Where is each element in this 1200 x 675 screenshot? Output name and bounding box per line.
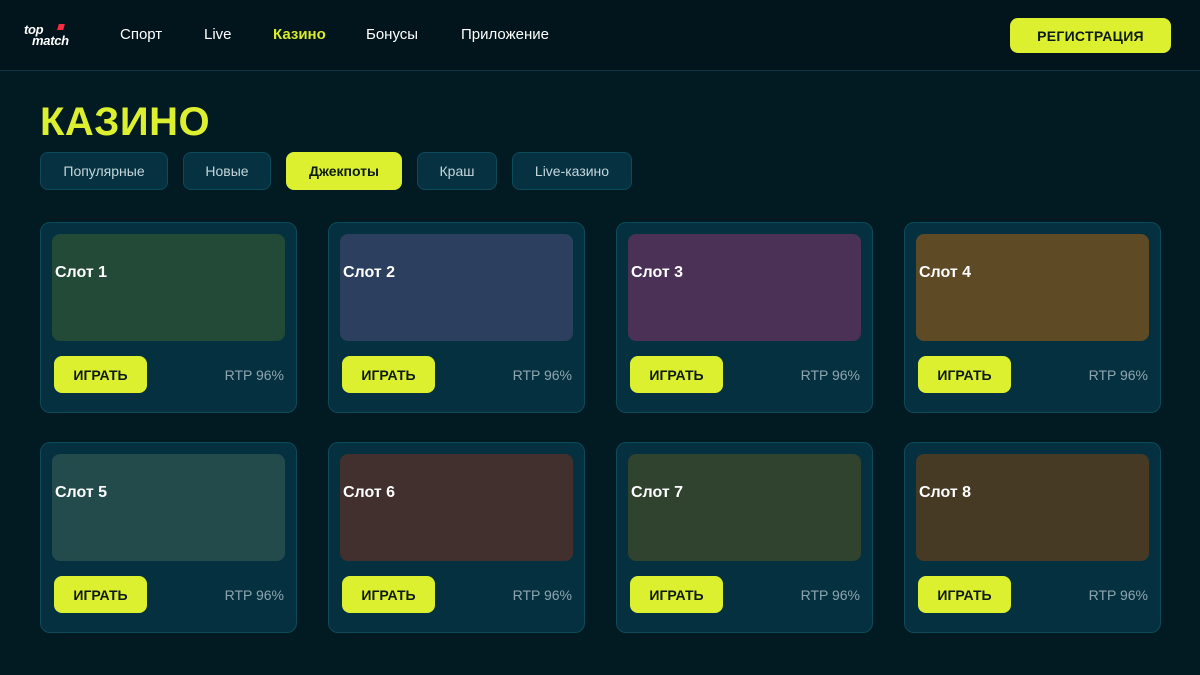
slot-thumbnail[interactable] (916, 234, 1149, 341)
slot-thumbnail[interactable] (916, 454, 1149, 561)
filter-jackpots[interactable]: Джекпоты (286, 152, 402, 190)
register-button[interactable]: РЕГИСТРАЦИЯ (1010, 18, 1171, 53)
top-header: top match Спорт Live Казино Бонусы Прило… (0, 0, 1200, 71)
slot-name: Слот 7 (631, 484, 684, 501)
play-button[interactable]: ИГРАТЬ (630, 356, 723, 393)
rtp-label: RTP 96% (512, 367, 572, 383)
topmatch-logo[interactable]: top match (24, 22, 90, 48)
play-button[interactable]: ИГРАТЬ (54, 356, 147, 393)
rtp-label: RTP 96% (224, 367, 284, 383)
nav-item-app[interactable]: Приложение (461, 26, 549, 43)
play-button[interactable]: ИГРАТЬ (918, 356, 1011, 393)
rtp-label: RTP 96% (512, 587, 572, 603)
nav-item-casino[interactable]: Казино (273, 26, 326, 43)
slot-name: Слот 4 (919, 264, 972, 281)
play-button[interactable]: ИГРАТЬ (54, 576, 147, 613)
slot-thumbnail[interactable] (52, 454, 285, 561)
nav-item-sport[interactable]: Спорт (120, 26, 162, 43)
slot-card[interactable]: Слот 7 ИГРАТЬ RTP 96% (616, 442, 873, 633)
slot-card[interactable]: Слот 3 ИГРАТЬ RTP 96% (616, 222, 873, 413)
slot-name: Слот 2 (343, 264, 396, 281)
filter-new[interactable]: Новые (183, 152, 271, 190)
slot-thumbnail[interactable] (628, 454, 861, 561)
logo-bottom-text: match (32, 33, 69, 48)
rtp-label: RTP 96% (224, 587, 284, 603)
play-button[interactable]: ИГРАТЬ (342, 576, 435, 613)
play-button[interactable]: ИГРАТЬ (342, 356, 435, 393)
slot-name: Слот 3 (631, 264, 684, 281)
play-button[interactable]: ИГРАТЬ (918, 576, 1011, 613)
slot-thumbnail[interactable] (52, 234, 285, 341)
slot-card[interactable]: Слот 1 ИГРАТЬ RTP 96% (40, 222, 297, 413)
slot-thumbnail[interactable] (340, 454, 573, 561)
slot-thumbnail[interactable] (628, 234, 861, 341)
rtp-label: RTP 96% (800, 367, 860, 383)
play-button[interactable]: ИГРАТЬ (630, 576, 723, 613)
slot-card[interactable]: Слот 6 ИГРАТЬ RTP 96% (328, 442, 585, 633)
rtp-label: RTP 96% (1088, 587, 1148, 603)
slot-name: Слот 1 (55, 264, 108, 281)
slot-card[interactable]: Слот 2 ИГРАТЬ RTP 96% (328, 222, 585, 413)
slot-name: Слот 6 (343, 484, 396, 501)
nav-item-live[interactable]: Live (204, 26, 232, 43)
filter-crash[interactable]: Краш (417, 152, 497, 190)
slot-card[interactable]: Слот 4 ИГРАТЬ RTP 96% (904, 222, 1161, 413)
slot-card[interactable]: Слот 5 ИГРАТЬ RTP 96% (40, 442, 297, 633)
page-title: КАЗИНО (40, 100, 211, 144)
slot-name: Слот 8 (919, 484, 972, 501)
rtp-label: RTP 96% (800, 587, 860, 603)
slot-card[interactable]: Слот 8 ИГРАТЬ RTP 96% (904, 442, 1161, 633)
logo-dot-icon (57, 24, 65, 30)
slot-name: Слот 5 (55, 484, 108, 501)
rtp-label: RTP 96% (1088, 367, 1148, 383)
nav-item-bonuses[interactable]: Бонусы (366, 26, 418, 43)
filter-live-casino[interactable]: Live-казино (512, 152, 632, 190)
filter-popular[interactable]: Популярные (40, 152, 168, 190)
slot-thumbnail[interactable] (340, 234, 573, 341)
